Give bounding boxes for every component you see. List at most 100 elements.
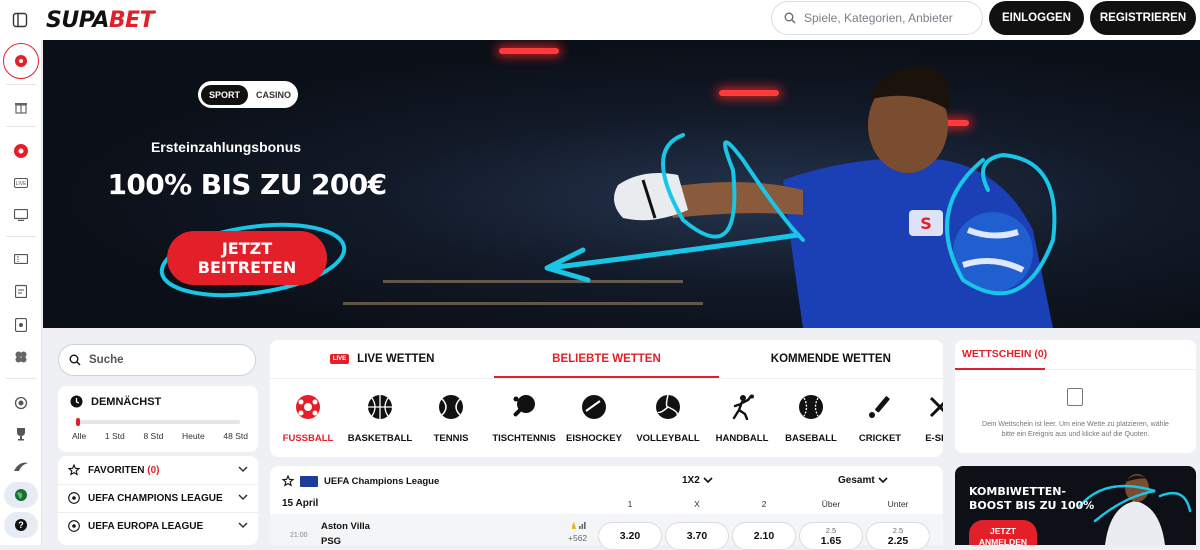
search-icon (69, 354, 81, 366)
tick-label[interactable]: Heute (182, 431, 205, 441)
table-tennis-icon (509, 392, 539, 422)
tab-label: KOMMENDE WETTEN (770, 353, 891, 365)
slider-handle[interactable] (76, 418, 80, 426)
combo-boost-promo[interactable]: KOMBIWETTEN-BOOST BIS ZU 100% JETZT ANME… (955, 466, 1196, 545)
live-icon[interactable]: LIVE (4, 170, 38, 196)
home-team[interactable]: Aston Villa (321, 521, 370, 532)
tick-label[interactable]: 1 Std (105, 431, 125, 441)
league-list-panel: FAVORITEN (0) UEFA CHAMPIONS LEAGUE UEFA… (58, 456, 258, 545)
svg-text:?: ? (18, 520, 24, 530)
sidebar-sport-icon[interactable] (3, 43, 39, 79)
login-button[interactable]: EINLOGGEN (989, 1, 1084, 35)
league-name: UEFA Champions League (324, 475, 440, 487)
calendar-icon[interactable] (4, 278, 38, 304)
card-icon[interactable] (4, 312, 38, 338)
odd-button-home[interactable]: 3.20 (598, 522, 662, 550)
esports-icon (925, 392, 943, 422)
badge-icon[interactable] (4, 390, 38, 416)
sport-football[interactable]: FUSSBALL (270, 388, 346, 448)
toggle-sport[interactable]: SPORT (201, 84, 249, 105)
total-market-select[interactable]: Gesamt (838, 475, 888, 486)
tab-upcoming-bets[interactable]: KOMMENDE WETTEN (719, 340, 943, 378)
upcoming-label: DEMNÄCHST (91, 395, 162, 408)
league-label: UEFA CHAMPIONS LEAGUE (88, 492, 223, 504)
slip-active-underline (955, 368, 1045, 370)
odd-value: 2.25 (887, 535, 909, 547)
sport-tennis[interactable]: TENNIS (413, 388, 489, 448)
trophy-icon[interactable] (4, 421, 38, 447)
help-icon[interactable]: ? (4, 512, 38, 538)
sport-label: FUSSBALL (282, 433, 334, 444)
clover-icon[interactable] (4, 344, 38, 370)
sport-label: HANDBALL (715, 433, 769, 444)
market-select[interactable]: 1X2 (682, 475, 713, 486)
upcoming-filter-panel: DEMNÄCHST Alle 1 Std 8 Std Heute 48 Std (58, 386, 258, 452)
sport-ice-hockey[interactable]: EISHOCKEY (556, 388, 632, 448)
more-markets-count[interactable]: +562 (568, 533, 587, 543)
tab-popular-bets[interactable]: BELIEBTE WETTEN (494, 340, 719, 378)
sport-baseball[interactable]: BASEBALL (773, 388, 849, 448)
tab-bar: LIVE LIVE WETTEN BELIEBTE WETTEN KOMMENDE… (270, 340, 943, 378)
ticket-icon[interactable] (4, 246, 38, 272)
bet-slip-title[interactable]: WETTSCHEIN (0) (962, 348, 1047, 360)
chevron-down-icon (238, 522, 248, 529)
register-button[interactable]: REGISTRIEREN (1090, 1, 1196, 35)
tick-label[interactable]: Alle (72, 431, 86, 441)
tv-icon[interactable] (4, 202, 38, 228)
tick-label[interactable]: 48 Std (223, 431, 248, 441)
odd-button-under[interactable]: 2.5 2.25 (866, 522, 930, 550)
sport-search-input[interactable]: Suche (58, 344, 256, 376)
match-league-header[interactable]: UEFA Champions League (282, 475, 439, 487)
casino-icon[interactable] (4, 138, 38, 164)
sport-label: CRICKET (858, 433, 902, 444)
bet-slip-panel: WETTSCHEIN (0) Dein Wettschein ist leer.… (955, 340, 1196, 453)
football-icon (68, 492, 80, 504)
time-range-slider[interactable] (76, 420, 240, 424)
odd-button-draw[interactable]: 3.70 (665, 522, 729, 550)
tab-label: BELIEBTE WETTEN (552, 353, 661, 365)
tick-label[interactable]: 8 Std (143, 431, 163, 441)
gift-icon[interactable] (4, 94, 38, 120)
promo-signup-button[interactable]: JETZT ANMELDEN (969, 520, 1037, 545)
toggle-casino[interactable]: CASINO (252, 85, 295, 105)
sidebar-divider (6, 378, 36, 379)
market-value: 1X2 (682, 475, 700, 486)
match-date: 15 April (282, 498, 319, 509)
tab-live-bets[interactable]: LIVE LIVE WETTEN (270, 340, 494, 378)
odd-button-over[interactable]: 2.5 1.65 (799, 522, 863, 550)
column-header: Unter (887, 499, 909, 509)
league-label: UEFA EUROPA LEAGUE (88, 520, 204, 532)
sport-casino-toggle[interactable]: SPORT CASINO (198, 81, 298, 108)
league-row-uel[interactable]: UEFA EUROPA LEAGUE (58, 512, 258, 540)
favorites-row[interactable]: FAVORITEN (0) (58, 456, 258, 484)
sport-label: VOLLEYBALL (636, 433, 700, 444)
odd-button-away[interactable]: 2.10 (732, 522, 796, 550)
promo-icon[interactable] (4, 454, 38, 480)
globe-icon[interactable] (4, 482, 38, 508)
volleyball-icon (653, 392, 683, 422)
handball-icon (727, 392, 757, 422)
ice-hockey-icon (579, 392, 609, 422)
global-search-input[interactable]: Spiele, Kategorien, Anbieter (771, 1, 983, 35)
search-label: Suche (89, 354, 124, 366)
sport-handball[interactable]: HANDBALL (704, 388, 780, 448)
logo[interactable]: SUPABET (46, 8, 155, 33)
sport-basketball[interactable]: BASKETBALL (342, 388, 418, 448)
upcoming-header: DEMNÄCHST (70, 395, 161, 408)
sport-label: TENNIS (433, 433, 469, 444)
sport-esports[interactable]: E-SPO (902, 388, 943, 448)
sport-label: EISHOCKEY (566, 433, 622, 444)
away-team[interactable]: PSG (321, 536, 341, 547)
star-icon[interactable] (282, 475, 294, 487)
tab-label: LIVE WETTEN (357, 353, 435, 365)
sidebar-toggle-icon[interactable] (0, 0, 40, 40)
sport-label: BASKETBALL (347, 433, 413, 444)
sport-volleyball[interactable]: VOLLEYBALL (630, 388, 706, 448)
league-row-ucl[interactable]: UEFA CHAMPIONS LEAGUE (58, 484, 258, 512)
sport-table-tennis[interactable]: TISCHTENNIS (486, 388, 562, 448)
hero-banner[interactable]: S SPORT CASINO Ersteinzahlungsbonus 100%… (43, 40, 1200, 328)
search-icon (784, 12, 796, 24)
column-header: Über (821, 499, 841, 509)
odd-value: 1.65 (820, 535, 842, 547)
join-now-button[interactable]: JETZT BEITRETEN (167, 231, 327, 285)
